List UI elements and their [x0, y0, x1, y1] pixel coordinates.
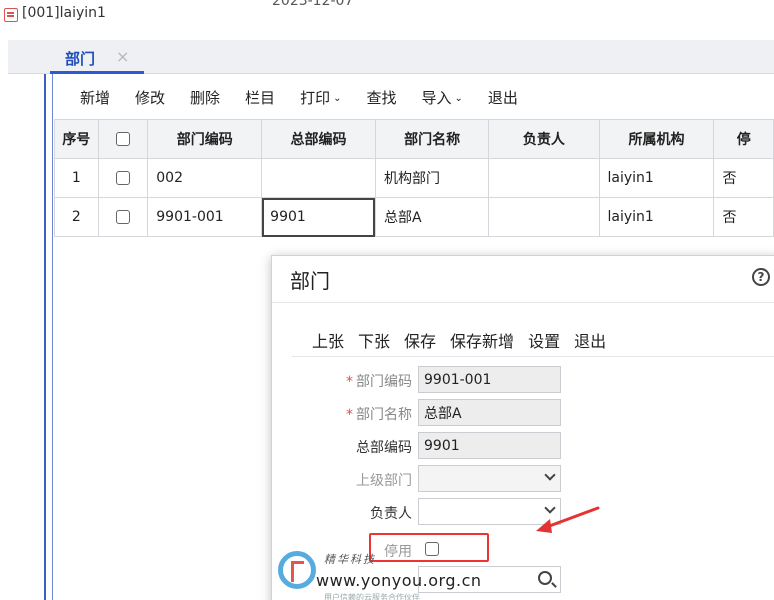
chevron-down-icon: ⌄ — [454, 92, 463, 104]
columns-button[interactable]: 栏目 — [245, 87, 275, 108]
import-button[interactable]: 导入 ⌄ — [421, 87, 462, 108]
code-label: * 部门编码 — [302, 371, 412, 391]
cell-seq: 2 — [54, 197, 99, 237]
watermark-brand: 精华科技 — [324, 553, 376, 566]
parent-dept-label: 上级部门 — [356, 473, 412, 489]
cell-name[interactable]: 总部A — [374, 197, 490, 237]
table-row[interactable]: 1 002 机构部门 laiyin1 否 — [54, 158, 774, 198]
date-label: 2023-12-07 — [272, 0, 354, 9]
dialog-toolbar: 上张 下张 保存 保存新增 设置 退出 — [312, 328, 620, 352]
parent-dept-select[interactable] — [418, 465, 561, 492]
add-button[interactable]: 新增 — [80, 87, 110, 108]
edit-button[interactable]: 修改 — [135, 87, 165, 108]
dialog-exit-button[interactable]: 退出 — [574, 328, 606, 352]
watermark-url: www.yonyou.org.cn — [316, 571, 482, 590]
import-label: 导入 — [421, 88, 452, 107]
code-field[interactable] — [418, 366, 561, 393]
print-button[interactable]: 打印 ⌄ — [300, 87, 341, 108]
next-button[interactable]: 下张 — [358, 328, 390, 352]
required-star: * — [346, 374, 353, 390]
col-header-org[interactable]: 所属机构 — [598, 119, 715, 159]
dialog-title: 部门 — [290, 269, 330, 293]
cell-org[interactable]: laiyin1 — [598, 158, 715, 198]
hq-code-label: 总部编码 — [356, 440, 412, 456]
name-label-text: 部门名称 — [356, 407, 412, 423]
help-icon[interactable]: ? — [752, 268, 770, 286]
save-button[interactable]: 保存 — [404, 328, 436, 352]
prev-button[interactable]: 上张 — [312, 328, 344, 352]
name-field[interactable] — [418, 399, 561, 426]
main-toolbar: 新增 修改 删除 栏目 打印 ⌄ 查找 导入 ⌄ 退出 — [54, 78, 518, 116]
cell-hq-code-selected[interactable]: 9901 — [261, 197, 376, 237]
chevron-down-icon: ⌄ — [333, 92, 342, 104]
col-header-hq-code[interactable]: 总部编码 — [261, 119, 376, 159]
department-table: 序号 部门编码 总部编码 部门名称 负责人 所属机构 停 1 002 机构部门 … — [54, 119, 774, 237]
cell-select[interactable] — [97, 158, 149, 198]
top-header: [001]laiyin1 2023-12-07 — [0, 0, 774, 40]
watermark-subtitle: 用户信赖的云服务合作伙伴 — [324, 593, 420, 600]
close-icon[interactable]: × — [116, 47, 129, 66]
cell-code[interactable]: 9901-001 — [147, 197, 263, 237]
department-dialog: 部门 ? 上张 下张 保存 保存新增 设置 退出 *部门编码 *部门名称 总部编… — [271, 255, 774, 600]
settings-button[interactable]: 设置 — [528, 328, 560, 352]
row-checkbox[interactable] — [115, 171, 130, 185]
tab-active-indicator — [50, 71, 144, 74]
col-header-select[interactable] — [97, 119, 149, 159]
tab-label: 部门 — [65, 50, 96, 68]
cell-name[interactable]: 机构部门 — [374, 158, 490, 198]
cell-org[interactable]: laiyin1 — [598, 197, 715, 237]
select-all-checkbox[interactable] — [115, 132, 130, 146]
left-border-line-inner — [52, 74, 53, 600]
cell-select[interactable] — [97, 197, 149, 237]
company-label: [001]laiyin1 — [22, 5, 106, 21]
cell-stop[interactable]: 否 — [713, 158, 774, 198]
row-checkbox[interactable] — [115, 210, 130, 224]
dialog-divider — [272, 302, 774, 303]
tab-department[interactable]: 部门 × — [50, 42, 144, 74]
name-label: * 部门名称 — [302, 404, 412, 424]
chevron-down-icon — [544, 469, 556, 481]
delete-button[interactable]: 删除 — [190, 87, 220, 108]
dialog-toolbar-divider — [292, 356, 774, 357]
hq-code-field[interactable] — [418, 432, 561, 459]
manager-label: 负责人 — [370, 506, 412, 522]
cell-hq-code[interactable] — [261, 158, 376, 198]
system-icon — [4, 8, 18, 22]
arrow-annotation — [536, 506, 600, 533]
col-header-manager[interactable]: 负责人 — [488, 119, 600, 159]
tab-strip: 部门 × — [8, 40, 774, 74]
required-star: * — [346, 407, 353, 423]
watermark: 精华科技 www.yonyou.org.cn 用户信赖的云服务合作伙伴 — [278, 551, 538, 600]
find-button[interactable]: 查找 — [366, 87, 396, 108]
arrow-shaft — [542, 506, 600, 530]
cell-code[interactable]: 002 — [147, 158, 263, 198]
cell-manager[interactable] — [488, 158, 600, 198]
cell-manager[interactable] — [488, 197, 600, 237]
arrow-head — [536, 519, 552, 533]
table-row[interactable]: 2 9901-001 9901 总部A laiyin1 否 — [54, 197, 774, 237]
table-header-row: 序号 部门编码 总部编码 部门名称 负责人 所属机构 停 — [54, 119, 774, 159]
exit-button[interactable]: 退出 — [488, 87, 518, 108]
logo-icon — [278, 551, 316, 589]
col-header-code[interactable]: 部门编码 — [147, 119, 263, 159]
col-header-seq[interactable]: 序号 — [54, 119, 99, 159]
cell-stop[interactable]: 否 — [713, 197, 774, 237]
col-header-stop[interactable]: 停 — [713, 119, 774, 159]
left-border-line — [44, 74, 46, 600]
code-label-text: 部门编码 — [356, 374, 412, 390]
save-new-button[interactable]: 保存新增 — [450, 328, 514, 352]
cell-seq: 1 — [54, 158, 99, 198]
col-header-name[interactable]: 部门名称 — [374, 119, 490, 159]
search-icon[interactable] — [538, 571, 552, 585]
print-label: 打印 — [300, 88, 331, 107]
